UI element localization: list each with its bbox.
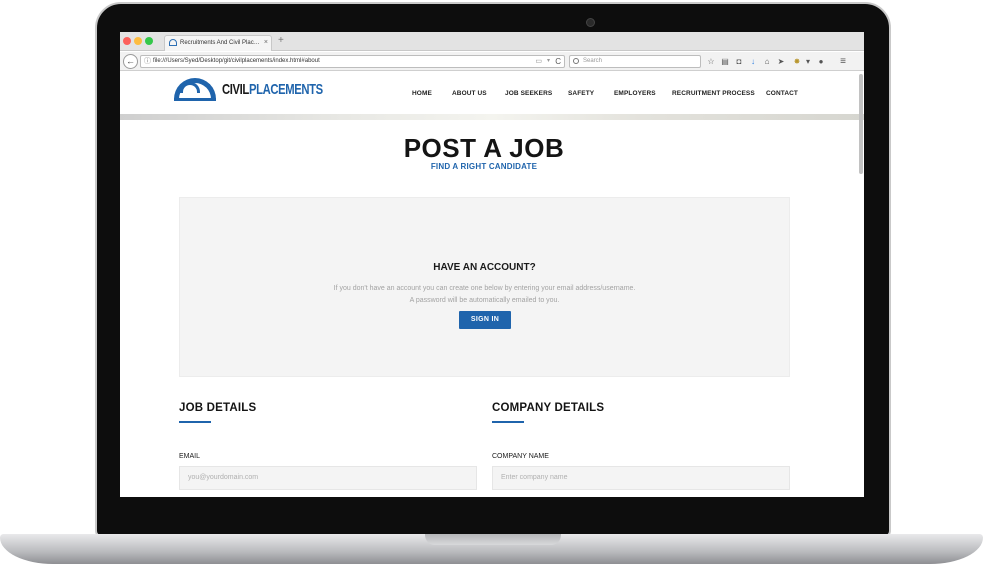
pocket-icon[interactable]: ◘	[733, 55, 745, 68]
screen: Recruitments And Civil Plac… × + ← ⓘ fil…	[120, 32, 864, 497]
sign-in-button[interactable]: SIGN IN	[459, 311, 511, 329]
nav-employers[interactable]: EMPLOYERS	[614, 90, 656, 97]
dropdown-icon[interactable]: ▾	[547, 56, 550, 67]
logo-base-icon	[174, 98, 216, 101]
page-subtitle: FIND A RIGHT CANDIDATE	[430, 162, 538, 171]
favicon-icon	[169, 39, 177, 46]
nav-safety[interactable]: SAFETY	[568, 90, 594, 97]
chat-icon[interactable]: ●	[815, 55, 827, 68]
nav-recruitment-process[interactable]: RECRUITMENT PROCESS	[672, 90, 755, 97]
job-details-underline	[179, 421, 211, 423]
reader-view-icon[interactable]: ▭	[535, 56, 542, 67]
company-details-heading: COMPANY DETAILS	[492, 402, 605, 414]
logo-text-civil: CIVIL	[222, 81, 249, 98]
extension-dropdown-icon[interactable]: ▾	[802, 55, 814, 68]
header-banner	[120, 114, 864, 120]
minimize-window-button[interactable]	[134, 37, 142, 45]
nav-about-us[interactable]: ABOUT US	[452, 90, 487, 97]
company-name-field[interactable]: Enter company name	[492, 466, 790, 490]
account-panel: HAVE AN ACCOUNT? If you don't have an ac…	[179, 197, 790, 377]
search-input[interactable]: Search	[569, 55, 701, 68]
tab-bar: Recruitments And Civil Plac… × +	[120, 32, 864, 51]
account-description-line2: A password will be automatically emailed…	[409, 297, 560, 304]
laptop-mockup: Recruitments And Civil Plac… × + ← ⓘ fil…	[0, 0, 983, 579]
nav-contact[interactable]: CONTACT	[766, 90, 798, 97]
nav-job-seekers[interactable]: JOB SEEKERS	[505, 90, 552, 97]
menu-icon[interactable]: ≡	[837, 55, 849, 68]
home-icon[interactable]: ⌂	[761, 55, 773, 68]
search-placeholder: Search	[583, 58, 603, 64]
logo-text-placements: PLACEMENTS	[249, 81, 323, 98]
browser-toolbar: ← ⓘ file:///Users/Syed/Desktop/git/civil…	[120, 52, 864, 71]
url-bar[interactable]: ⓘ file:///Users/Syed/Desktop/git/civilpl…	[140, 55, 565, 68]
tab-close-icon[interactable]: ×	[264, 36, 268, 50]
email-field[interactable]: you@yourdomain.com	[179, 466, 477, 490]
page-scrollbar[interactable]	[859, 74, 863, 174]
account-heading: HAVE AN ACCOUNT?	[433, 262, 536, 273]
close-window-button[interactable]	[123, 37, 131, 45]
camera-icon	[586, 18, 595, 27]
company-details-underline	[492, 421, 524, 423]
tab-title: Recruitments And Civil Plac…	[180, 40, 260, 46]
site-logo[interactable]: CIVIL PLACEMENTS	[174, 76, 323, 102]
maximize-window-button[interactable]	[145, 37, 153, 45]
download-icon[interactable]: ↓	[747, 55, 759, 68]
send-icon[interactable]: ➤	[775, 55, 787, 68]
company-name-label: COMPANY NAME	[492, 453, 549, 460]
reload-icon[interactable]: C	[555, 56, 561, 67]
laptop-notch	[425, 534, 561, 545]
info-icon[interactable]: ⓘ	[144, 57, 151, 66]
browser-tab[interactable]: Recruitments And Civil Plac… ×	[164, 35, 272, 51]
site-header: CIVIL PLACEMENTS HOME ABOUT US JOB SEEKE…	[120, 72, 864, 114]
back-button[interactable]: ←	[123, 54, 138, 69]
clipboard-icon[interactable]: ▤	[719, 55, 731, 68]
search-icon	[573, 58, 579, 64]
job-details-heading: JOB DETAILS	[179, 402, 257, 414]
email-label: EMAIL	[179, 453, 201, 460]
nav-home[interactable]: HOME	[412, 90, 432, 97]
account-description-line1: If you don't have an account you can cre…	[333, 285, 636, 292]
page-title: POST A JOB	[403, 133, 565, 163]
new-tab-button[interactable]: +	[278, 35, 284, 47]
url-text: file:///Users/Syed/Desktop/git/civilplac…	[153, 58, 320, 64]
star-icon[interactable]: ☆	[705, 55, 717, 68]
